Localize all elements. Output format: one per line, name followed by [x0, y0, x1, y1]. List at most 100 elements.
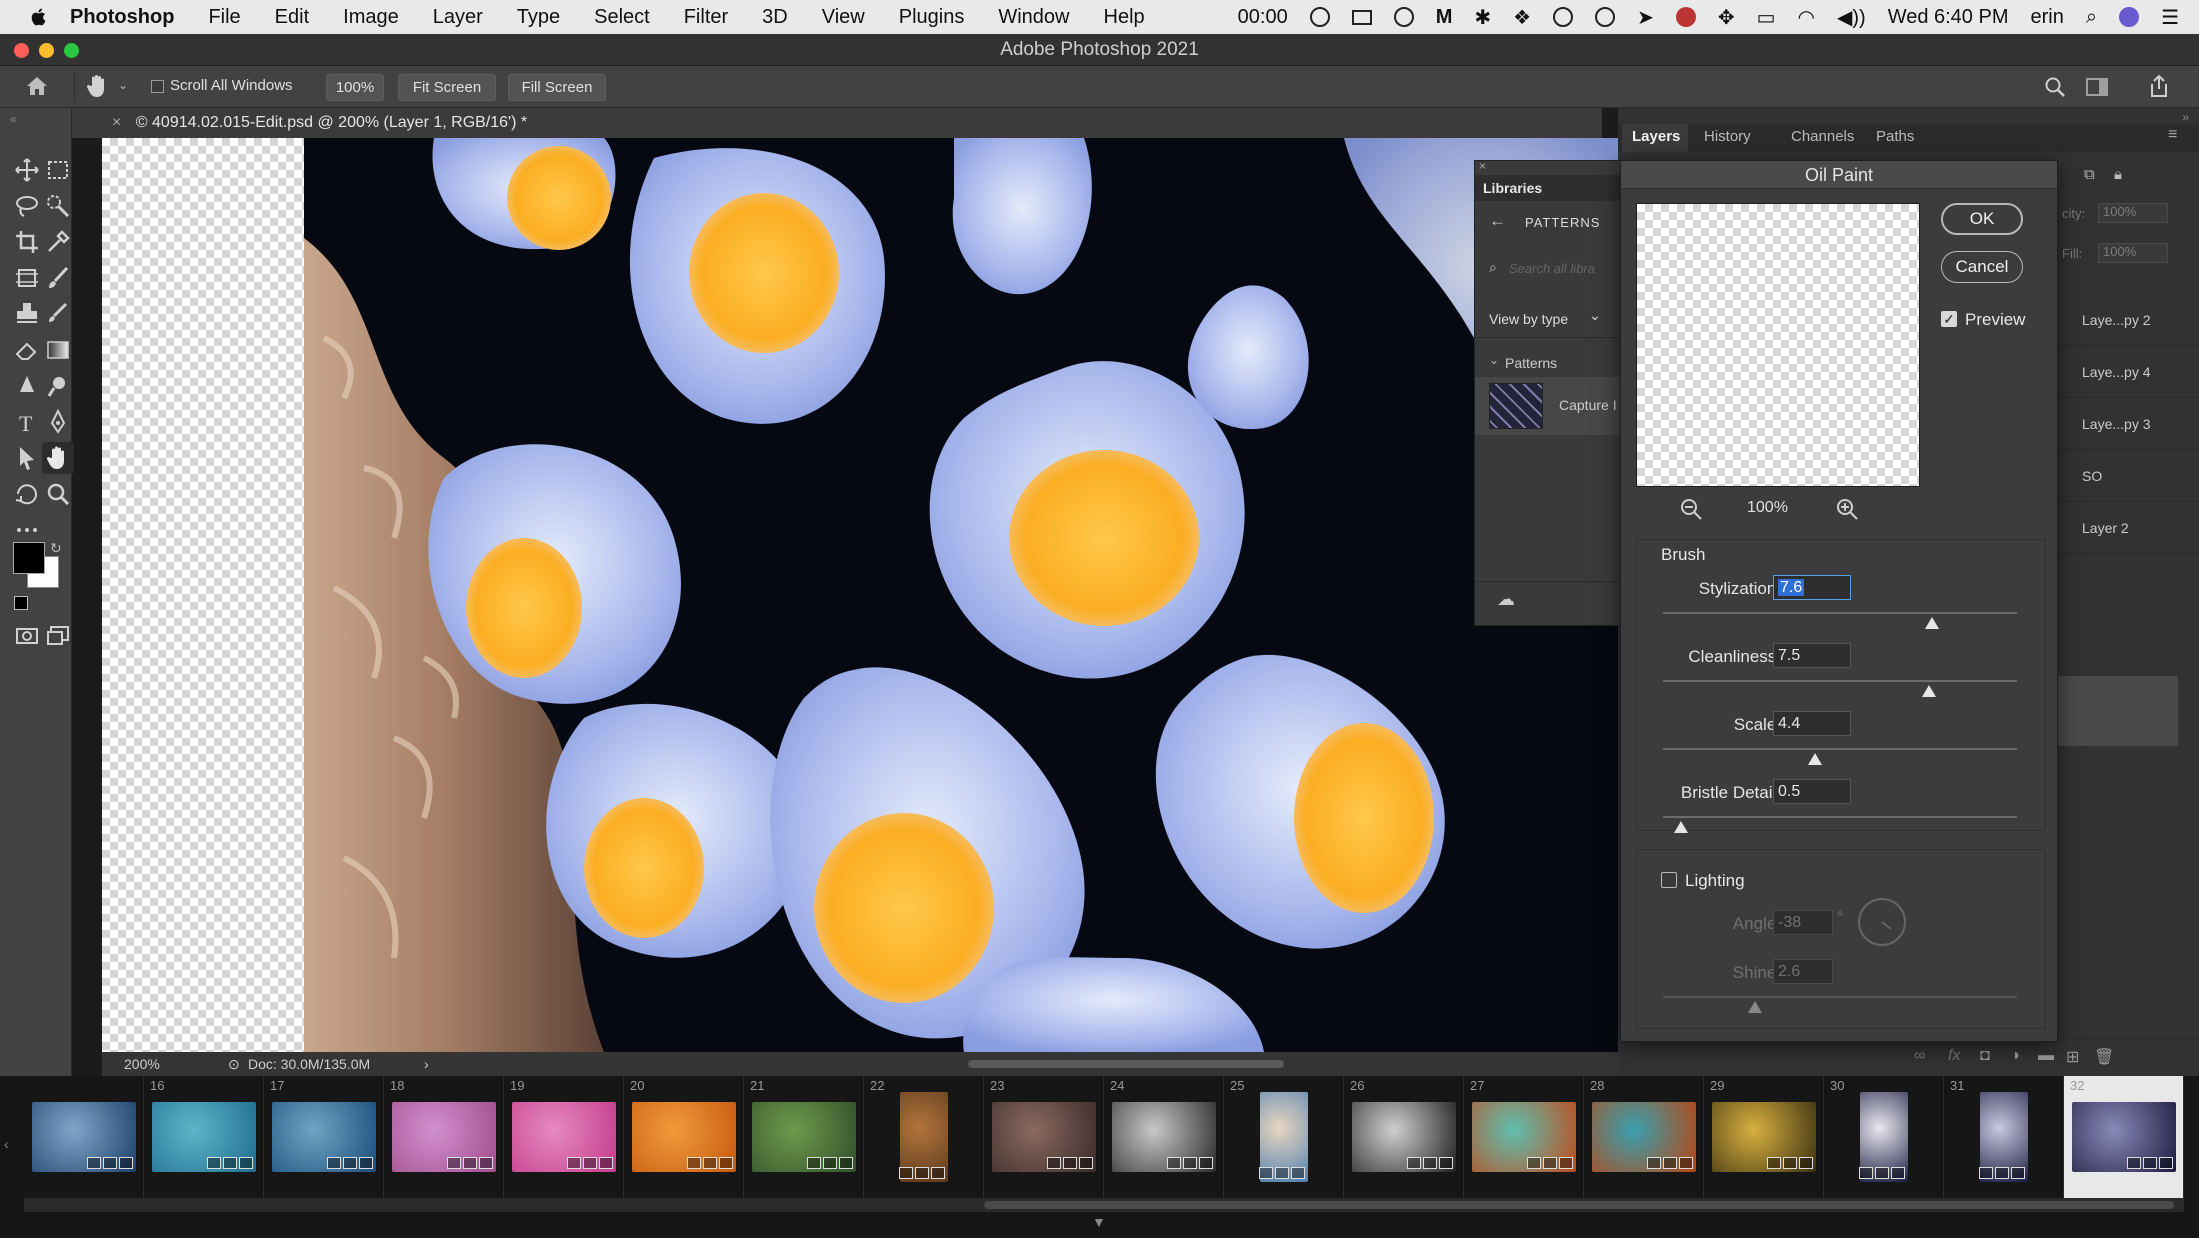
new-group-icon[interactable]: ▬ — [2038, 1047, 2054, 1065]
link-icon[interactable]: ∞ — [1914, 1047, 1925, 1065]
filmstrip-frame[interactable]: 20 — [624, 1076, 744, 1198]
apple-icon[interactable] — [28, 6, 50, 28]
shine-slider-track[interactable] — [1663, 996, 2017, 998]
filmstrip-collapse-icon[interactable]: ▼ — [1092, 1214, 1106, 1230]
bristle-detail-field[interactable]: 0.5 — [1773, 779, 1851, 804]
canvas-area[interactable] — [102, 138, 1618, 1052]
panel-menu-icon[interactable]: ≡ — [2168, 126, 2177, 144]
swap-colors-icon[interactable]: ↻ — [50, 540, 62, 557]
filmstrip-frame[interactable]: 24 — [1104, 1076, 1224, 1198]
filmstrip-scroll-track[interactable] — [24, 1198, 2184, 1212]
library-search-input[interactable]: Search all libra — [1509, 261, 1595, 276]
menu-edit[interactable]: Edit — [275, 6, 309, 29]
hand-tool-icon[interactable] — [86, 74, 108, 98]
preview-label[interactable]: Preview — [1965, 310, 2025, 330]
menu-3d[interactable]: 3D — [762, 6, 788, 29]
doc-info-icon[interactable]: ⊙ — [228, 1052, 240, 1076]
filmstrip-frame[interactable]: 17 — [264, 1076, 384, 1198]
screen-mode-icon[interactable] — [44, 622, 72, 650]
cleanliness-field[interactable]: 7.5 — [1773, 643, 1851, 668]
pen-tool-icon[interactable] — [44, 408, 72, 436]
airplay-icon[interactable]: ▭ — [1757, 5, 1776, 30]
search-icon[interactable] — [2044, 76, 2066, 98]
stamp-tool-icon[interactable] — [13, 300, 41, 328]
scroll-all-windows-label[interactable]: Scroll All Windows — [170, 77, 293, 94]
frame-thumbnail[interactable] — [1712, 1102, 1816, 1172]
tab-channels[interactable]: Channels — [1791, 128, 1854, 145]
dropbox-icon[interactable]: ❖ — [1513, 5, 1531, 30]
siri-icon[interactable] — [2119, 7, 2140, 27]
ok-button[interactable]: OK — [1941, 203, 2023, 235]
tool-preset-chevron-icon[interactable]: ⌄ — [118, 78, 128, 92]
filmstrip-frame[interactable]: 31 — [1944, 1076, 2064, 1198]
link-layers-icon[interactable]: ⧉ — [2084, 166, 2095, 183]
gradient-tool-icon[interactable] — [44, 336, 72, 364]
filmstrip-frame[interactable]: 32 — [2064, 1076, 2184, 1198]
view-by-type-dropdown[interactable]: View by type — [1489, 311, 1568, 327]
patterns-group-chevron-icon[interactable]: ⌄ — [1489, 353, 1499, 367]
lighting-checkbox[interactable] — [1661, 872, 1677, 888]
home-icon[interactable] — [26, 76, 48, 96]
frame-thumbnail[interactable] — [512, 1102, 616, 1172]
blur-tool-icon[interactable] — [13, 372, 41, 400]
filmstrip-frame[interactable]: 30 — [1824, 1076, 1944, 1198]
cancel-button[interactable]: Cancel — [1941, 251, 2023, 283]
close-document-icon[interactable]: × — [112, 114, 121, 131]
layer-row[interactable]: SO — [2058, 450, 2199, 502]
add-mask-icon[interactable]: ◘ — [1980, 1047, 1990, 1065]
clock-text[interactable]: Wed 6:40 PM — [1888, 6, 2009, 29]
sync-icon[interactable] — [1393, 7, 1414, 27]
document-canvas-image[interactable] — [304, 138, 1618, 1052]
close-libraries-icon[interactable]: × — [1479, 159, 1486, 173]
default-colors-icon[interactable] — [14, 596, 28, 610]
frame-thumbnail[interactable] — [992, 1102, 1096, 1172]
app-status-icon[interactable] — [1553, 7, 1574, 27]
menu-app-name[interactable]: Photoshop — [70, 6, 174, 29]
tab-history[interactable]: History — [1704, 128, 1751, 145]
menu-plugins[interactable]: Plugins — [899, 6, 965, 29]
dodge-tool-icon[interactable] — [44, 372, 72, 400]
workspace-icon[interactable] — [2086, 77, 2108, 97]
filmstrip-frame[interactable]: 28 — [1584, 1076, 1704, 1198]
close-window-button[interactable] — [14, 43, 29, 58]
brush-tool-icon[interactable] — [44, 264, 72, 292]
document-tab[interactable]: × © 40914.02.015-Edit.psd @ 200% (Layer … — [72, 108, 1602, 138]
scroll-all-windows-checkbox[interactable] — [151, 80, 164, 93]
spotlight-icon[interactable]: ⌕ — [2086, 6, 2097, 29]
lock-icon[interactable]: 🔒︎ — [2114, 166, 2122, 183]
shine-slider-thumb[interactable] — [1748, 1001, 1763, 1013]
screen-icon[interactable] — [1351, 9, 1372, 25]
scale-field[interactable]: 4.4 — [1773, 711, 1851, 736]
lasso-tool-icon[interactable] — [13, 192, 41, 220]
frame-thumbnail[interactable] — [752, 1102, 856, 1172]
move-tool-icon[interactable] — [13, 156, 41, 184]
preview-checkbox[interactable]: ✓ — [1941, 311, 1957, 327]
filmstrip-scroll-thumb[interactable] — [984, 1201, 2174, 1209]
frame-thumbnail[interactable] — [2072, 1102, 2176, 1172]
bristle-detail-slider-thumb[interactable] — [1673, 821, 1688, 833]
zoom-tool-icon[interactable] — [44, 480, 72, 508]
eyedropper-tool-icon[interactable] — [44, 228, 72, 256]
stylization-slider-thumb[interactable] — [1925, 617, 1940, 629]
collapse-tools-icon[interactable]: « — [10, 112, 17, 126]
wifi-icon[interactable]: ◠ — [1798, 5, 1815, 30]
creative-cloud-icon[interactable] — [1309, 7, 1330, 27]
type-tool-icon[interactable]: T — [13, 408, 41, 436]
filmstrip-frame[interactable]: 26 — [1344, 1076, 1464, 1198]
arrow-icon[interactable]: ➤ — [1637, 5, 1654, 30]
timer-text[interactable]: 00:00 — [1238, 6, 1288, 29]
filmstrip-frame[interactable]: 23 — [984, 1076, 1104, 1198]
frame-thumbnail[interactable] — [1979, 1092, 2028, 1182]
trash-icon[interactable]: 🗑︎ — [2094, 1047, 2114, 1067]
pattern-list-item[interactable]: Capture I — [1475, 377, 1621, 435]
filmstrip-frame[interactable]: 18 — [384, 1076, 504, 1198]
filmstrip-frame[interactable]: 22 — [864, 1076, 984, 1198]
menu-image[interactable]: Image — [343, 6, 399, 29]
frame-thumbnail[interactable] — [1352, 1102, 1456, 1172]
marquee-tool-icon[interactable] — [44, 156, 72, 184]
bristle-detail-slider-track[interactable] — [1663, 816, 2017, 818]
frame-thumbnail[interactable] — [152, 1102, 256, 1172]
filmstrip-frame[interactable]: 29 — [1704, 1076, 1824, 1198]
view-by-chevron-icon[interactable]: ⌄ — [1589, 307, 1601, 324]
angle-field[interactable]: -38 — [1773, 910, 1833, 935]
